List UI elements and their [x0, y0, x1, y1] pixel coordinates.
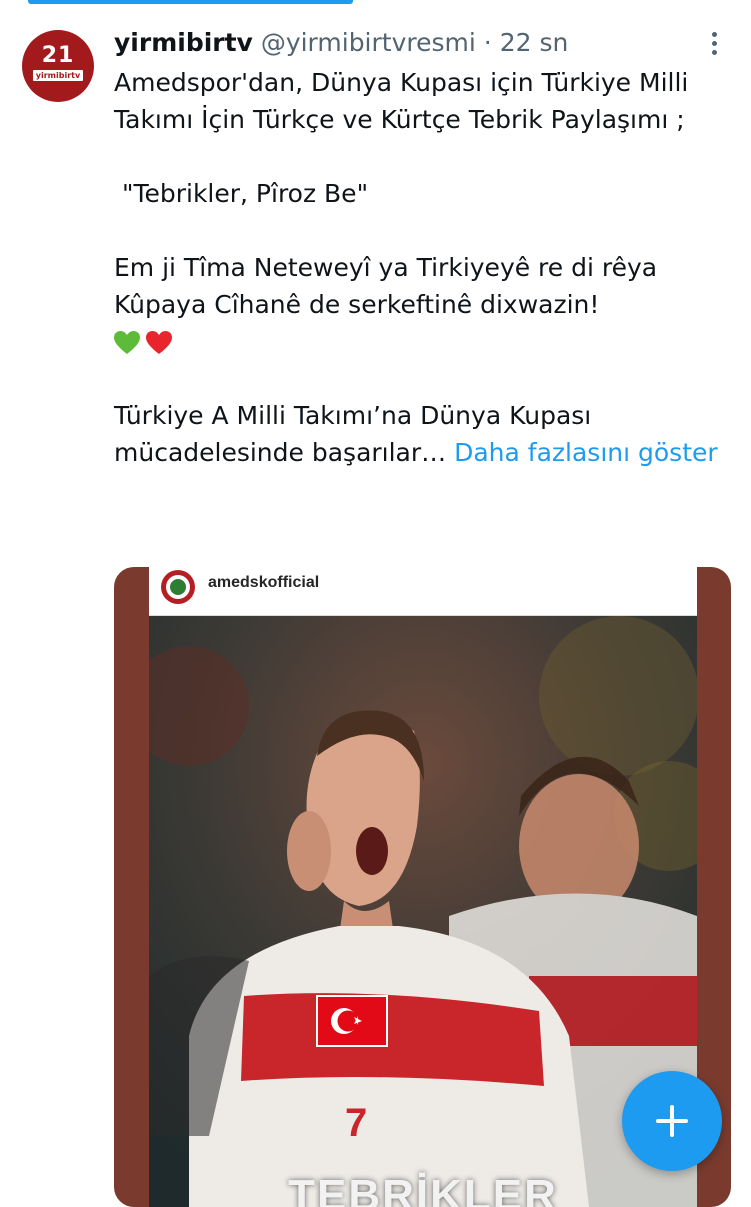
avatar-logo-name: yirmibirtv [33, 70, 83, 81]
tweet-text-paragraph: Türkiye A Milli Takımı’na Dünya Kupası m… [114, 397, 724, 471]
instagram-post-screenshot: amedskofficial 7 TEBRİKLER [149, 567, 697, 1207]
amedspor-logo [161, 570, 195, 604]
image-overlay-text: TEBRİKLER [288, 1171, 558, 1207]
tweet-text-paragraph: Em ji Tîma Neteweyî ya Tirkiyeyê re di r… [114, 253, 658, 319]
football-player-photo: 7 TEBRİKLER [149, 616, 697, 1207]
plus-icon [670, 1105, 674, 1137]
tweet[interactable]: 21 yirmibirtv yirmibirtv @yirmibirtvresm… [0, 6, 751, 1207]
instagram-username: amedskofficial [208, 574, 320, 591]
show-more-link[interactable]: Daha fazlasını göster [454, 438, 718, 467]
green-heart-icon [114, 331, 140, 355]
avatar[interactable]: 21 yirmibirtv [22, 30, 94, 102]
avatar-logo-number: 21 [41, 43, 75, 68]
header-separator: · [483, 28, 492, 57]
instagram-header: amedskofficial [149, 567, 697, 616]
tweet-text-paragraph: "Tebrikler, Pîroz Be" [114, 179, 369, 208]
tweet-header: yirmibirtv @yirmibirtvresmi · 22 sn [114, 26, 568, 60]
tweet-timestamp[interactable]: 22 sn [500, 28, 569, 57]
jersey-number: 7 [345, 1101, 367, 1145]
user-handle[interactable]: @yirmibirtvresmi [261, 28, 476, 57]
display-name[interactable]: yirmibirtv [114, 28, 253, 57]
red-heart-icon [146, 331, 172, 355]
compose-button[interactable] [622, 1071, 722, 1171]
tweet-text: Amedspor'dan, Dünya Kupası için Türkiye … [114, 64, 724, 471]
loading-progress-fill [28, 0, 353, 4]
tweet-text-paragraph: Amedspor'dan, Dünya Kupası için Türkiye … [114, 68, 689, 134]
more-vertical-icon[interactable] [700, 24, 730, 62]
emoji-row [114, 323, 724, 360]
